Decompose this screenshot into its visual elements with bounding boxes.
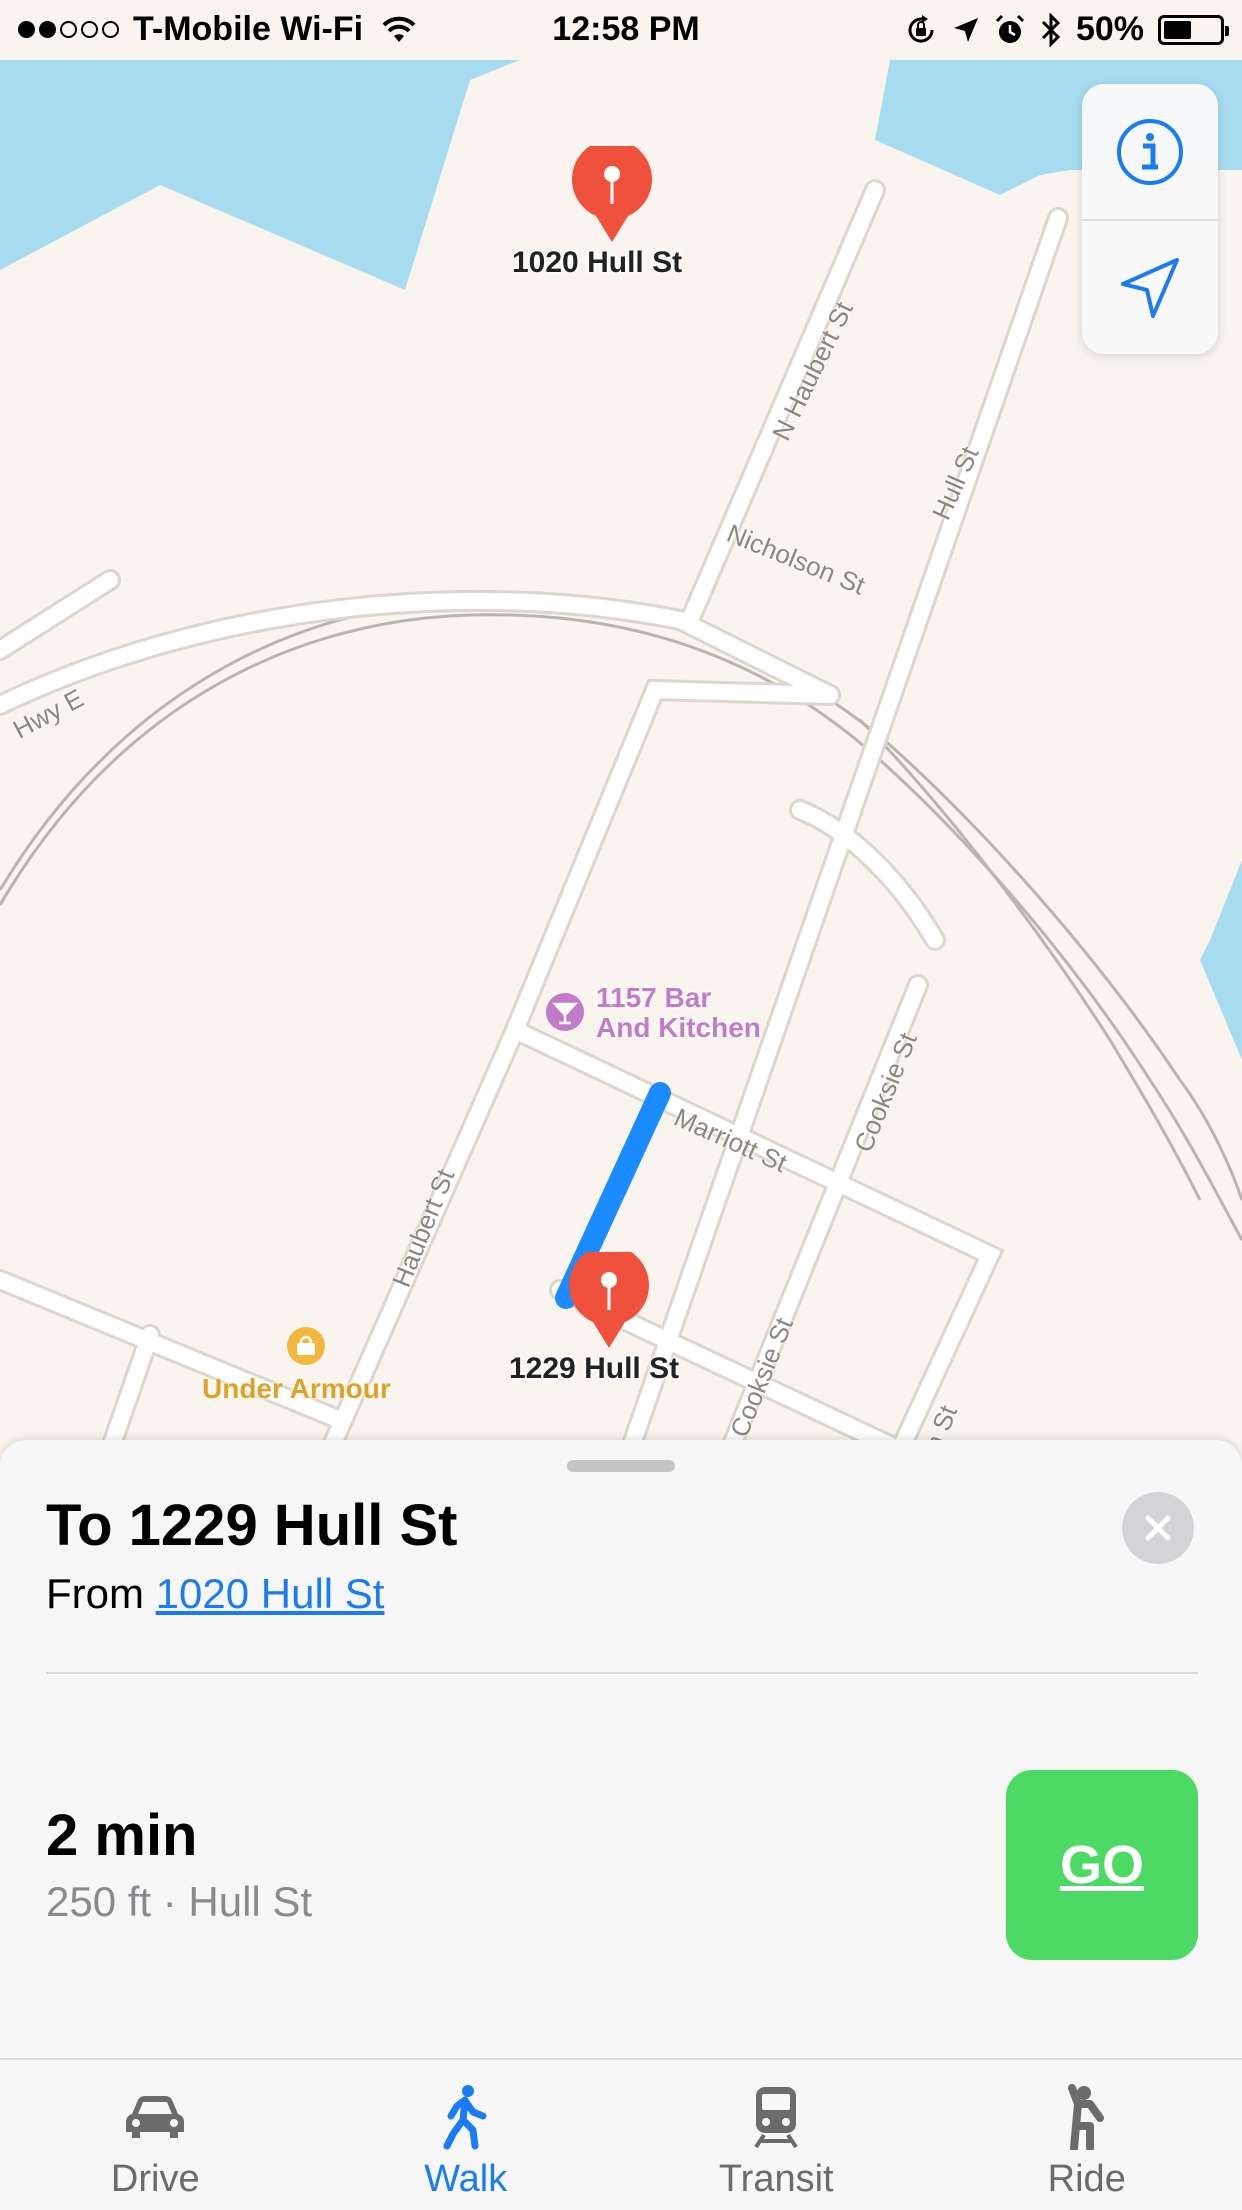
sheet-grabber-handle[interactable] — [567, 1460, 675, 1472]
tab-ride[interactable]: Ride — [932, 2060, 1242, 2210]
origin-link[interactable]: 1020 Hull St — [156, 1570, 385, 1617]
route-origin: From 1020 Hull St — [46, 1570, 384, 1618]
store-poi-label[interactable]: Under Armour — [202, 1374, 391, 1404]
tab-drive[interactable]: Drive — [0, 2060, 311, 2210]
battery-icon — [1158, 15, 1224, 45]
car-icon — [124, 2092, 186, 2142]
bluetooth-icon — [1040, 13, 1062, 47]
alarm-icon — [994, 14, 1026, 46]
tab-transit-label: Transit — [719, 2158, 834, 2201]
destination-pin-label: 1229 Hull St — [509, 1352, 679, 1386]
transport-mode-tab-bar: Drive Walk Transit Ride — [0, 2058, 1242, 2210]
divider — [46, 1672, 1198, 1674]
tab-transit[interactable]: Transit — [621, 2060, 932, 2210]
route-distance-detail: 250 ft · Hull St — [46, 1878, 312, 1926]
tab-drive-label: Drive — [111, 2158, 200, 2201]
map-pin-icon — [569, 1252, 649, 1352]
location-arrow-icon — [1117, 256, 1183, 322]
route-origin-prefix: From — [46, 1570, 144, 1617]
route-title: To 1229 Hull St — [46, 1492, 457, 1559]
info-icon — [1115, 117, 1185, 187]
close-icon — [1141, 1511, 1175, 1545]
current-location-button[interactable] — [1082, 219, 1218, 354]
tab-walk[interactable]: Walk — [311, 2060, 622, 2210]
rotation-lock-icon — [904, 13, 938, 47]
destination-pin[interactable] — [569, 1252, 649, 1352]
map-info-button[interactable] — [1082, 84, 1218, 219]
status-bar: T-Mobile Wi-Fi 12:58 PM 50% — [0, 0, 1242, 60]
battery-fill — [1164, 21, 1191, 39]
battery-percent: 50% — [1076, 10, 1144, 49]
origin-pin-label: 1020 Hull St — [512, 246, 682, 280]
map-pin-icon — [572, 146, 652, 246]
tab-walk-label: Walk — [424, 2158, 507, 2201]
map-controls — [1082, 84, 1218, 354]
close-button[interactable] — [1122, 1492, 1194, 1564]
tab-ride-label: Ride — [1048, 2158, 1126, 2201]
map-view[interactable]: N Haubert St Hull St Nicholson St Hwy E … — [0, 0, 1242, 1450]
go-button[interactable]: GO — [1006, 1770, 1198, 1960]
location-arrow-icon — [952, 16, 980, 44]
origin-pin[interactable] — [572, 146, 652, 246]
train-icon — [752, 2085, 800, 2149]
walk-icon — [441, 2084, 491, 2150]
route-duration: 2 min — [46, 1802, 198, 1869]
bar-poi-label[interactable]: 1157 Bar And Kitchen — [596, 983, 761, 1043]
ride-icon — [1064, 2084, 1110, 2150]
